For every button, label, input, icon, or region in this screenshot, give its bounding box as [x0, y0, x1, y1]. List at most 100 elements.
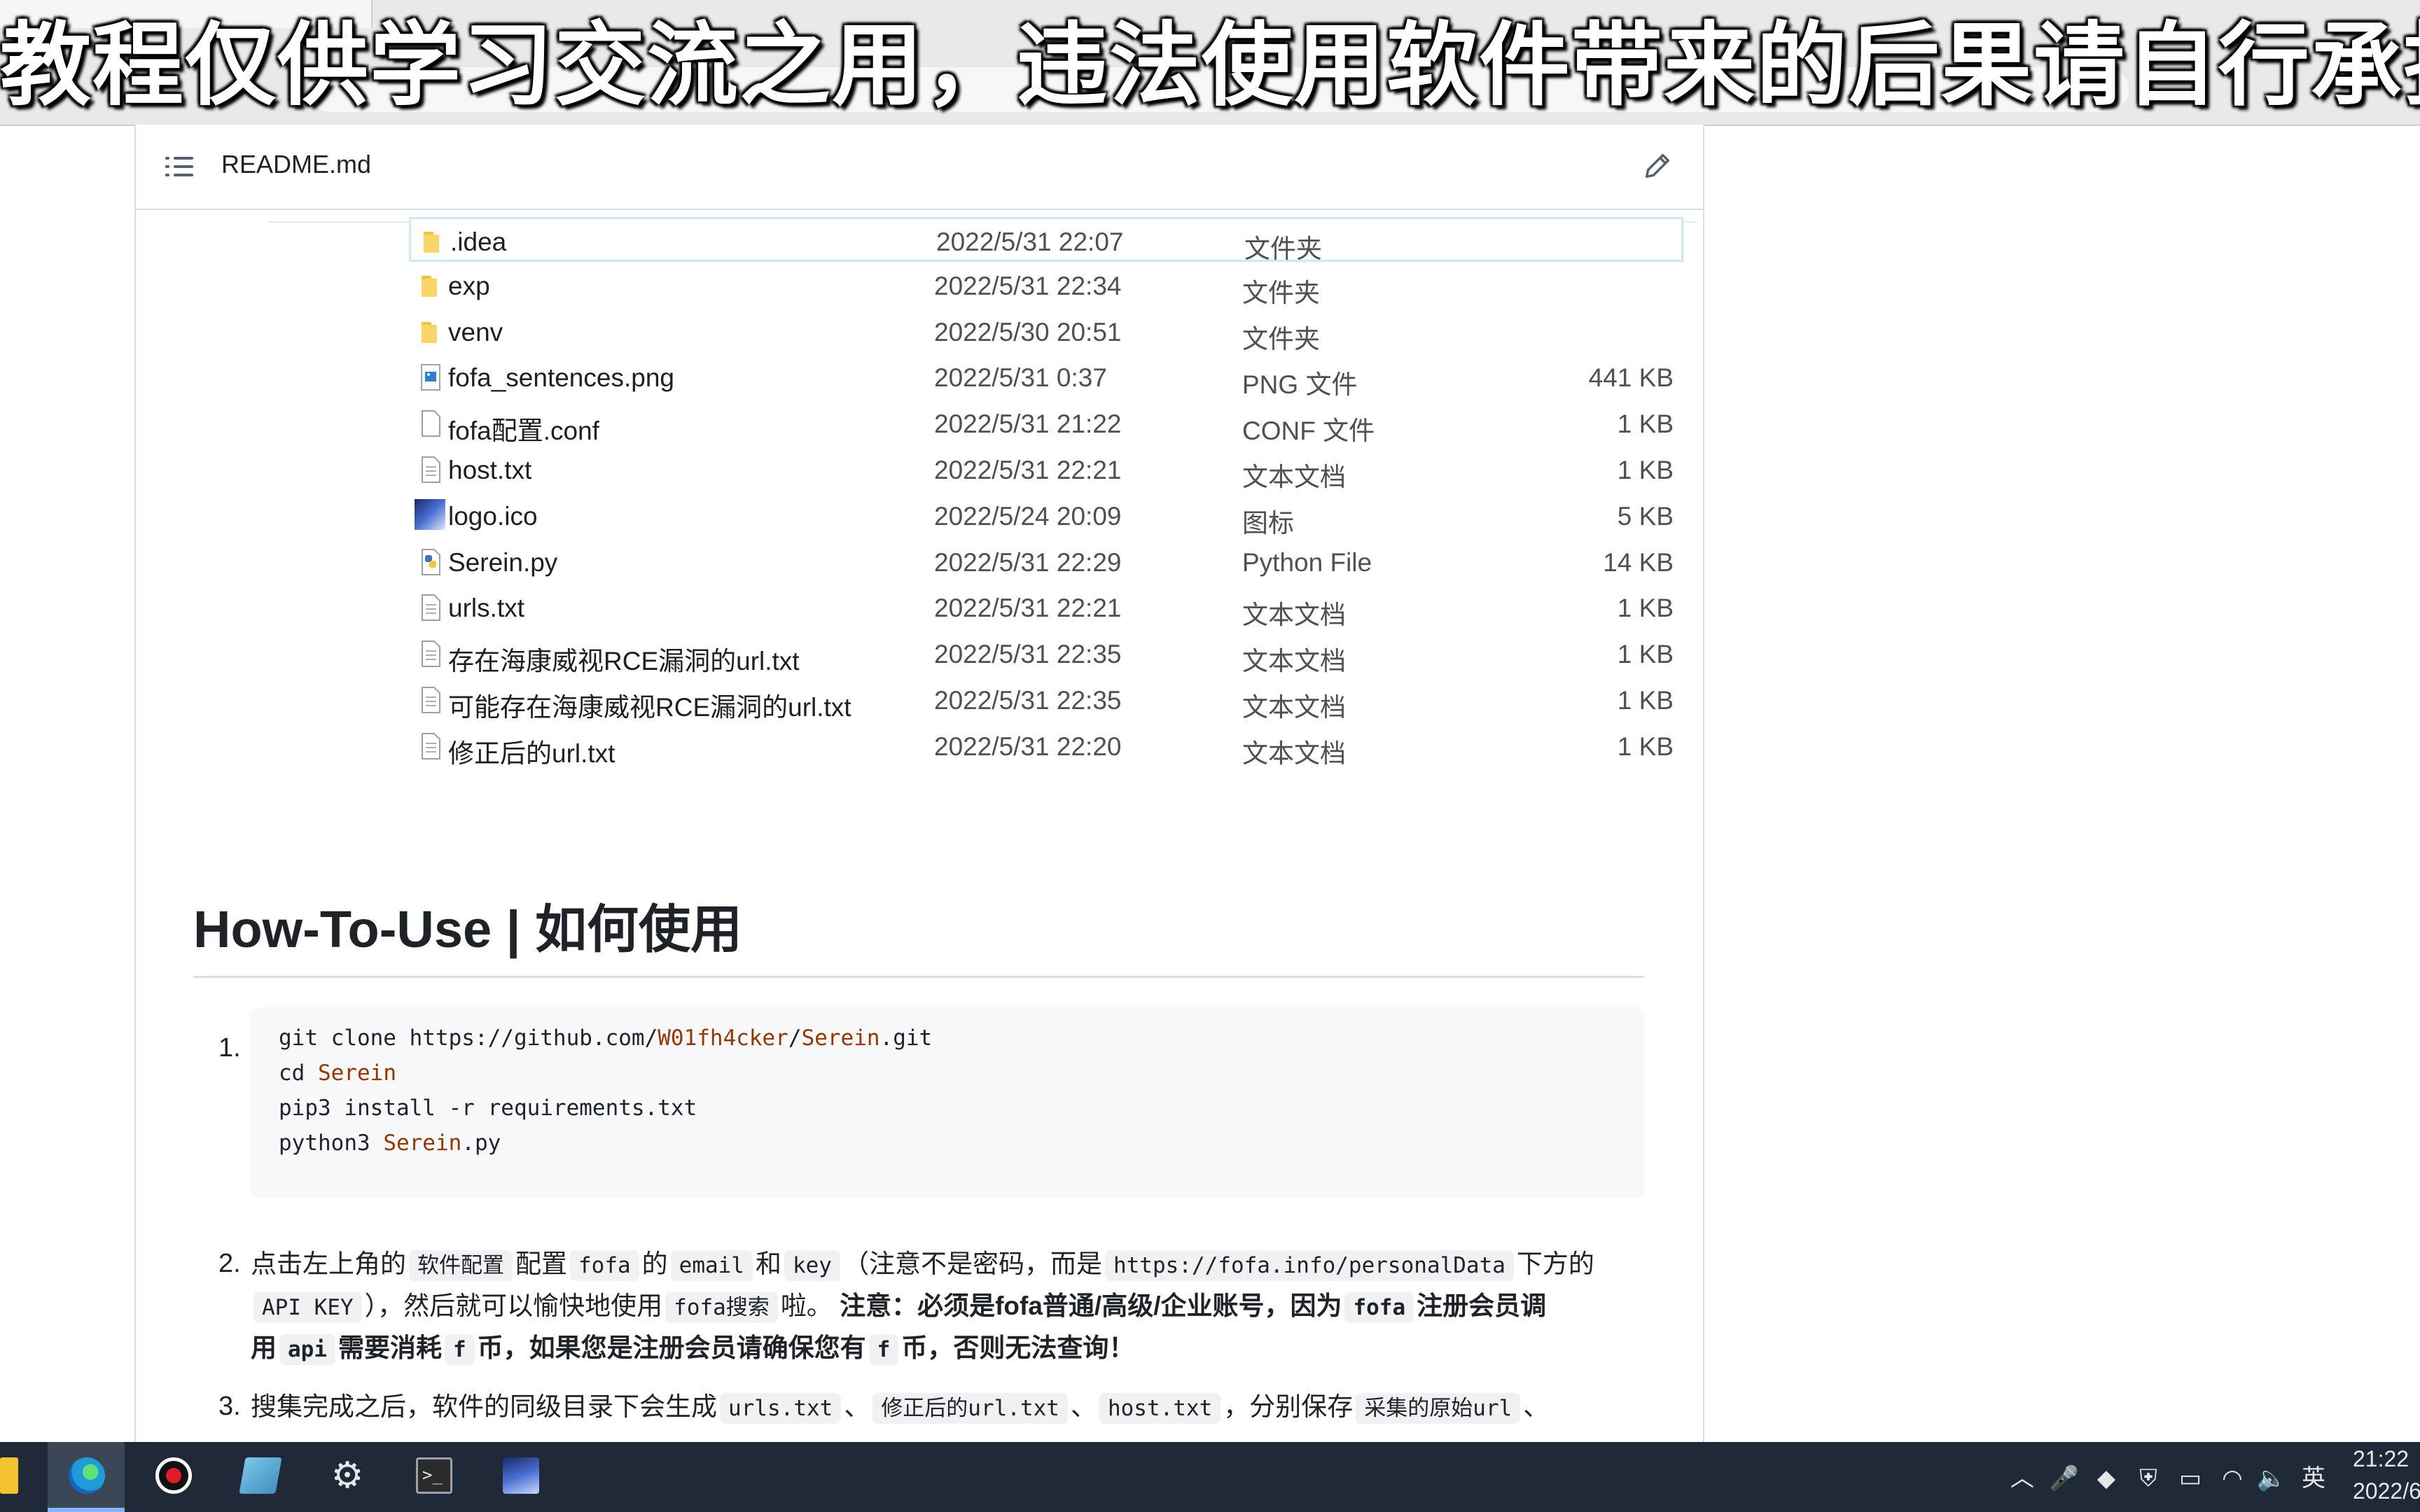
file-row[interactable]: venv 2022/5/30 20:51 文件夹	[409, 309, 1683, 354]
file-row[interactable]: urls.txt 2022/5/31 22:21 文本文档 1 KB	[409, 585, 1683, 630]
list-number-1: 1.	[218, 1033, 241, 1063]
file-row[interactable]: 修正后的url.txt 2022/5/31 22:20 文本文档 1 KB	[409, 724, 1683, 769]
clock[interactable]: 21:22 2022/6	[2339, 1442, 2420, 1512]
python-file-icon	[419, 548, 443, 576]
file-name: 存在海康威视RCE漏洞的url.txt	[448, 647, 800, 676]
step3-line-1: 搜集完成之后，软件的同级目录下会生成 urls.txt、修正后的url.txt、 h…	[251, 1386, 1651, 1429]
file-row[interactable]: 可能存在海康威视RCE漏洞的url.txt 2022/5/31 22:35 文本文档…	[409, 678, 1683, 722]
file-type: 文件夹	[1244, 234, 1322, 263]
file-type: 文本文档	[1242, 463, 1346, 491]
blank-file-icon	[419, 410, 443, 438]
file-date: 2022/5/31 22:34	[934, 271, 1122, 300]
file-row[interactable]: Serein.py 2022/5/31 22:29 Python File 14 KB	[409, 540, 1683, 584]
serein-app-icon	[503, 1457, 539, 1494]
folder-icon	[421, 227, 445, 255]
file-row[interactable]: logo.ico 2022/5/24 20:09 图标 5 KB	[409, 493, 1683, 538]
file-size: 1 KB	[1617, 456, 1674, 484]
file-type: 图标	[1242, 508, 1294, 538]
input-language-indicator[interactable]: 英	[2298, 1463, 2329, 1494]
file-type: 文件夹	[1242, 324, 1320, 354]
code-line-4: python3 Serein.py	[279, 1130, 501, 1156]
file-date: 2022/5/31 0:37	[934, 363, 1107, 393]
readme-filename: README.md	[221, 150, 372, 178]
edge-taskbar-button[interactable]	[48, 1442, 125, 1512]
file-date: 2022/5/31 22:07	[936, 227, 1124, 256]
clock-time: 21:22	[2353, 1446, 2409, 1471]
file-row[interactable]: .idea 2022/5/31 22:07 文件夹	[409, 217, 1683, 263]
text-file-icon	[419, 594, 443, 622]
list-number-3: 3.	[218, 1392, 241, 1421]
file-size: 1 KB	[1617, 410, 1674, 439]
code-line-1: git clone https://github.com/W01fh4cker/…	[279, 1026, 933, 1051]
tray-app-icon[interactable]: ◆	[2091, 1463, 2122, 1494]
file-size: 5 KB	[1617, 501, 1674, 531]
explorer-screenshot: .idea 2022/5/31 22:07 文件夹 exp 2022/5/31 22:3…	[269, 209, 1697, 909]
file-name: Serein.py	[448, 547, 558, 577]
recorder-taskbar-button[interactable]	[134, 1442, 211, 1512]
file-date: 2022/5/24 20:09	[934, 501, 1122, 531]
file-name: fofa_sentences.png	[448, 363, 674, 393]
file-date: 2022/5/31 22:35	[934, 640, 1122, 669]
file-row[interactable]: host.txt 2022/5/31 22:21 文本文档 1 KB	[409, 447, 1683, 492]
readme-header: README.md	[136, 125, 1703, 210]
text-file-icon	[419, 456, 443, 484]
file-row[interactable]: 存在海康威视RCE漏洞的url.txt 2022/5/31 22:35 文本文档 1 …	[409, 631, 1683, 676]
file-name: .idea	[450, 227, 507, 256]
tray-overflow-chevron-icon[interactable]: ︿	[2007, 1463, 2038, 1494]
file-type: 文本文档	[1242, 693, 1346, 722]
file-name: fofa配置.conf	[448, 416, 599, 446]
file-name: 修正后的url.txt	[448, 738, 616, 768]
ico-file-icon	[415, 498, 445, 530]
terminal-taskbar-button[interactable]: >_	[395, 1442, 472, 1512]
folder-icon	[419, 272, 443, 300]
edge-browser-icon	[69, 1457, 105, 1494]
settings-taskbar-button[interactable]: ⚙	[308, 1442, 385, 1512]
folder-icon	[419, 318, 443, 346]
text-file-icon	[419, 686, 443, 714]
wifi-icon[interactable]: ◠	[2217, 1463, 2248, 1494]
heading-divider	[193, 976, 1644, 978]
battery-icon[interactable]: ▭	[2175, 1463, 2206, 1494]
file-date: 2022/5/31 22:20	[934, 732, 1122, 761]
file-name: venv	[448, 317, 503, 346]
code-block[interactable]: git clone https://github.com/W01fh4cker/…	[251, 1007, 1644, 1198]
file-date: 2022/5/31 21:22	[934, 410, 1122, 439]
file-name: logo.ico	[448, 501, 538, 531]
file-size: 441 KB	[1588, 363, 1674, 393]
file-row[interactable]: fofa_sentences.png 2022/5/31 0:37 PNG 文件 44…	[409, 355, 1683, 400]
text-file-icon	[419, 732, 443, 760]
file-type: 文本文档	[1242, 647, 1346, 676]
file-date: 2022/5/31 22:29	[934, 547, 1122, 577]
file-size: 1 KB	[1617, 732, 1674, 761]
security-shield-icon[interactable]: ⛨	[2133, 1463, 2164, 1494]
file-type: Python File	[1242, 547, 1372, 577]
file-size: 14 KB	[1603, 547, 1674, 577]
windows-taskbar: ⚙ >_ ︿ 🎤 ◆ ⛨ ▭ ◠ 🔈 英 21:22 2022/6	[0, 1442, 2420, 1512]
microphone-icon[interactable]: 🎤	[2049, 1463, 2080, 1494]
screen-recorder-icon	[155, 1457, 192, 1494]
howto-heading: How-To-Use | 如何使用	[193, 900, 742, 958]
volume-icon[interactable]: 🔈	[2256, 1463, 2287, 1494]
windows-start-button[interactable]	[0, 1442, 35, 1512]
file-type: 文本文档	[1242, 601, 1346, 630]
list-number-2: 2.	[218, 1249, 241, 1278]
serein-taskbar-button[interactable]	[482, 1442, 559, 1512]
settings-gear-icon: ⚙	[331, 1455, 364, 1496]
file-name: urls.txt	[448, 594, 524, 623]
notebook-app-icon	[239, 1457, 282, 1494]
file-type: 文本文档	[1242, 738, 1346, 768]
list-icon[interactable]	[165, 154, 193, 179]
image-file-icon	[419, 363, 443, 391]
pencil-icon[interactable]	[1641, 150, 1674, 182]
step2-line-2: API KEY ），然后就可以愉快地使用 fofa搜索 啦。 注意：必须是fofa普通…	[251, 1285, 1651, 1329]
clock-date: 2022/6	[2353, 1478, 2420, 1504]
file-row[interactable]: exp 2022/5/31 22:34 文件夹	[409, 263, 1683, 308]
file-type: 文件夹	[1242, 278, 1320, 307]
file-type: CONF 文件	[1242, 416, 1375, 446]
file-name: host.txt	[448, 456, 532, 484]
terminal-icon: >_	[416, 1457, 452, 1494]
file-date: 2022/5/31 22:21	[934, 594, 1122, 623]
notebook-taskbar-button[interactable]	[221, 1442, 298, 1512]
file-row[interactable]: fofa配置.conf 2022/5/31 21:22 CONF 文件 1 KB	[409, 401, 1683, 446]
windows-start-icon	[0, 1457, 18, 1494]
